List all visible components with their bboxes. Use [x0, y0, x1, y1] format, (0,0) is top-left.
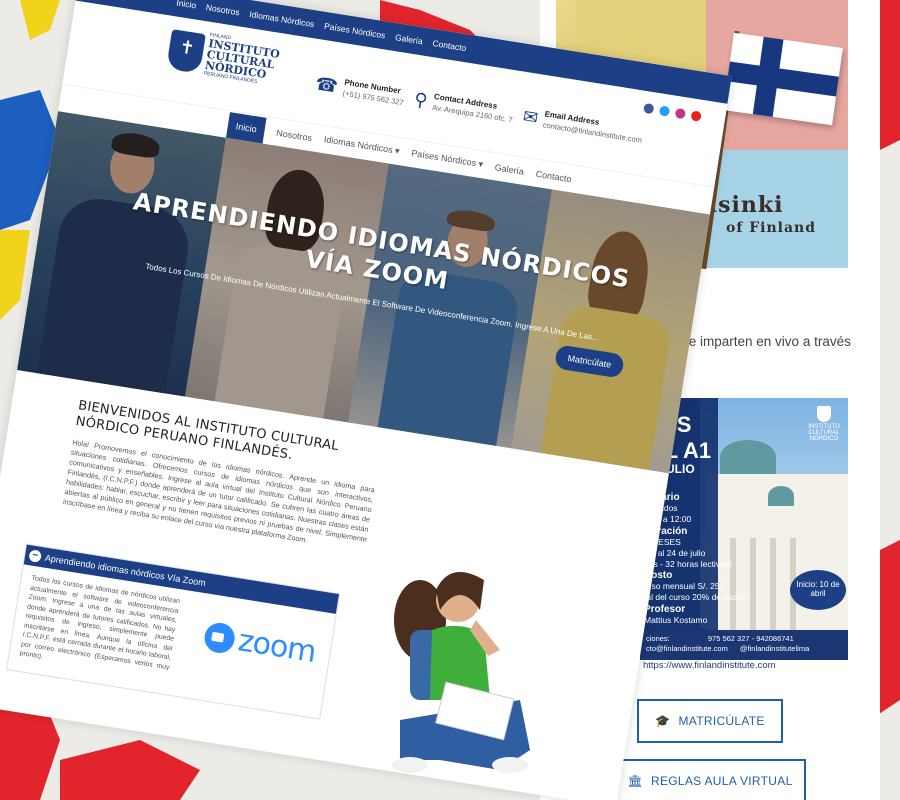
website-screenshot: Inicio Nosotros Idiomas Nórdicos Países … — [0, 0, 732, 800]
twitter-icon[interactable] — [658, 105, 671, 117]
poster-start-date: Inicio: 10 de abril — [790, 570, 846, 610]
graduation-cap-icon: 🎓 — [655, 714, 671, 728]
reglas-aula-virtual-button[interactable]: 🏛 REGLAS AULA VIRTUAL — [614, 759, 806, 800]
collapse-icon[interactable]: − — [28, 549, 43, 563]
nav-paises[interactable]: Países Nórdicos ▾ — [410, 148, 484, 170]
zoom-logo: zoom — [202, 618, 318, 670]
poster-costo-value: arso mensual S/. 250 — [644, 581, 725, 591]
poster-profesor-value: Mattius Kostamo — [644, 615, 708, 625]
finland-flag — [723, 32, 843, 126]
reglas-label: REGLAS AULA VIRTUAL — [651, 774, 793, 788]
poster-url[interactable]: https://www.finlandinstitute.com — [643, 660, 776, 671]
poster-costo-note: tal del curso 20% de dscto. — [644, 592, 747, 602]
bank-icon: 🏛 — [627, 774, 643, 788]
poster-logo: INSTITUTO CULTURAL NÓRDICO — [804, 406, 844, 446]
right-page-text: es se imparten en vivo a través — [664, 334, 851, 349]
nav-contacto[interactable]: Contacto — [535, 168, 572, 184]
youtube-icon[interactable] — [690, 110, 702, 122]
email-icon: ✉ — [521, 106, 540, 129]
shield-icon — [166, 28, 206, 74]
phone-icon: ☎ — [314, 73, 340, 97]
student-illustration — [380, 560, 540, 780]
location-icon: ⚲ — [412, 88, 429, 111]
nav-nosotros[interactable]: Nosotros — [276, 127, 313, 143]
topnav-idiomas[interactable]: Idiomas Nórdicos — [249, 9, 315, 29]
matriculate-button[interactable]: 🎓 MATRICÚLATE — [637, 699, 783, 743]
nav-idiomas[interactable]: Idiomas Nórdicos ▾ — [323, 134, 400, 157]
social-links — [643, 102, 702, 122]
poster-footer: ciones: 975 562 327 - 942086741 cto@finl… — [640, 630, 848, 660]
email-contact: ✉ Email Address contacto@finlandinstitute… — [521, 106, 643, 145]
topnav-contacto[interactable]: Contacto — [432, 38, 467, 53]
zoom-accordion[interactable]: − Aprendiendo idiomas nórdicos Vía Zoom … — [5, 543, 341, 720]
nav-galeria[interactable]: Galería — [494, 162, 525, 176]
zoom-camera-icon — [202, 620, 237, 655]
poster-duracion-hours: nas - 32 horas lectivas) — [644, 559, 732, 569]
map-label-gulf: of Finland — [726, 220, 817, 236]
topnav-nosotros[interactable]: Nosotros — [205, 2, 240, 17]
institute-logo[interactable]: FINLAND INSTITUTO CULTURAL NÓRDICO PERUA… — [166, 26, 282, 88]
poster-profesor-label: Profesor — [644, 604, 686, 615]
topnav-paises[interactable]: Países Nórdicos — [323, 21, 386, 41]
matriculate-label: MATRICÚLATE — [678, 714, 765, 728]
facebook-icon[interactable] — [643, 102, 655, 115]
instagram-icon[interactable] — [674, 107, 687, 120]
address-contact: ⚲ Contact Address Av. Arequipa 2160 ofc. … — [412, 88, 514, 125]
topnav-galeria[interactable]: Galería — [394, 32, 423, 46]
phone-contact: ☎ Phone Number (+51) 975 562 327 — [314, 73, 405, 108]
topnav-inicio[interactable]: Inicio — [176, 0, 197, 10]
